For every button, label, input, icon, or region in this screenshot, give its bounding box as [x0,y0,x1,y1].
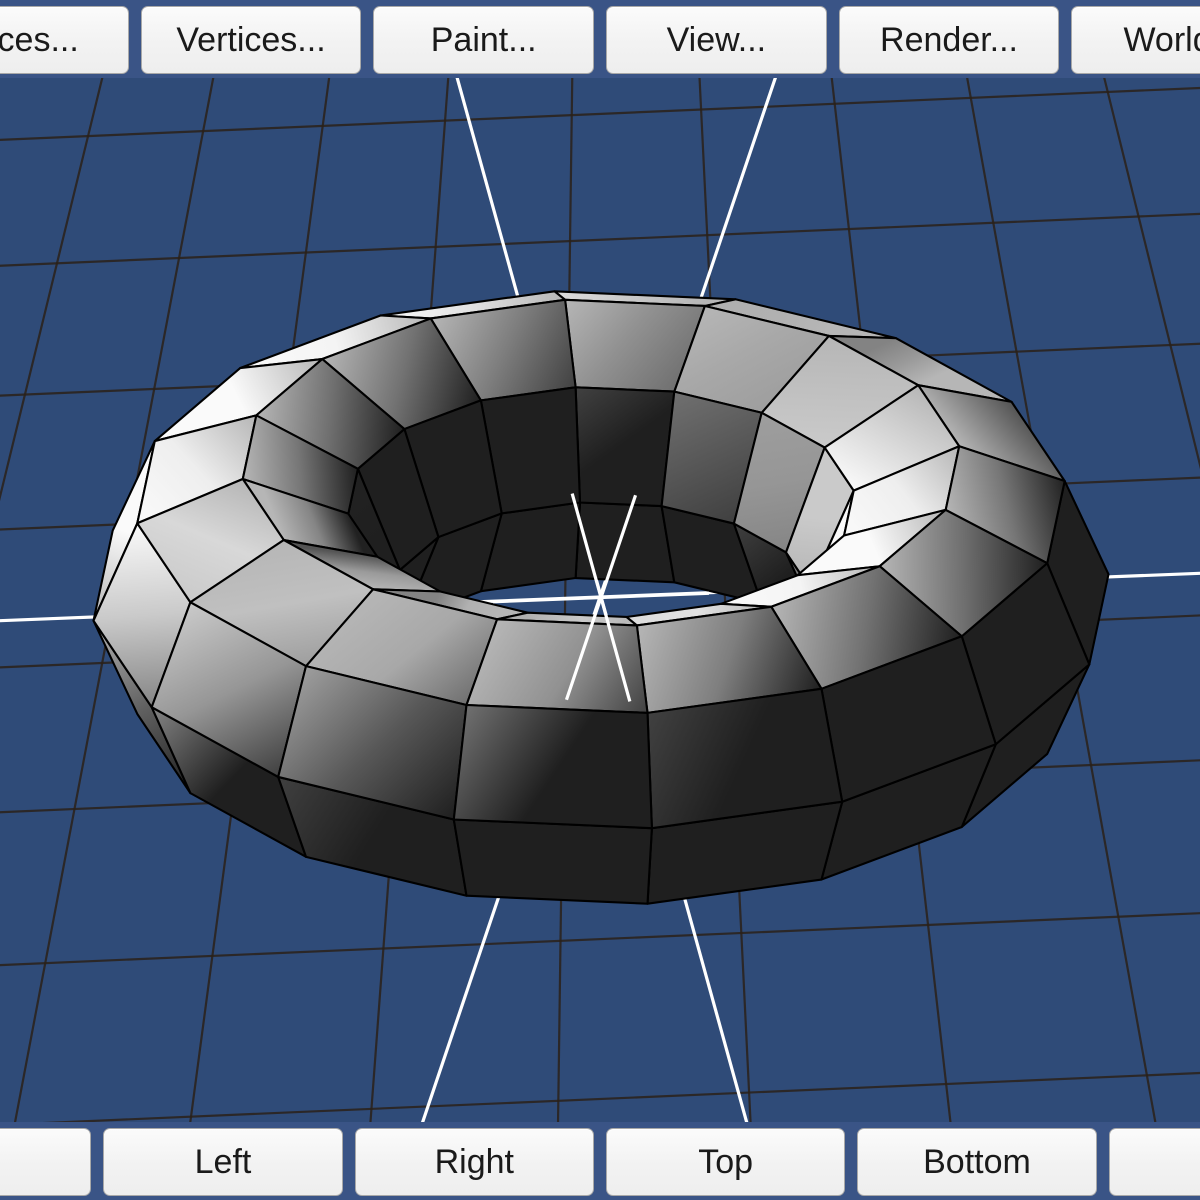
faces-button[interactable]: Faces... [0,6,129,74]
left-view-button[interactable]: Left [103,1128,342,1196]
paint-button[interactable]: Paint... [373,6,594,74]
top-toolbar: Faces... Vertices... Paint... View... Re… [0,0,1200,78]
view-preset-button-partial-right[interactable] [1109,1128,1200,1196]
view-button[interactable]: View... [606,6,827,74]
world-button[interactable]: World... [1071,6,1200,74]
scene-canvas[interactable] [0,78,1200,1122]
render-button[interactable]: Render... [839,6,1060,74]
top-view-button[interactable]: Top [606,1128,845,1196]
view-preset-button-partial-left[interactable] [0,1128,91,1196]
bottom-view-button[interactable]: Bottom [857,1128,1096,1196]
right-view-button[interactable]: Right [355,1128,594,1196]
vertices-button[interactable]: Vertices... [141,6,362,74]
3d-modeler-window: Faces... Vertices... Paint... View... Re… [0,0,1200,1200]
bottom-toolbar: Left Right Top Bottom [0,1122,1200,1200]
3d-viewport[interactable] [0,78,1200,1122]
